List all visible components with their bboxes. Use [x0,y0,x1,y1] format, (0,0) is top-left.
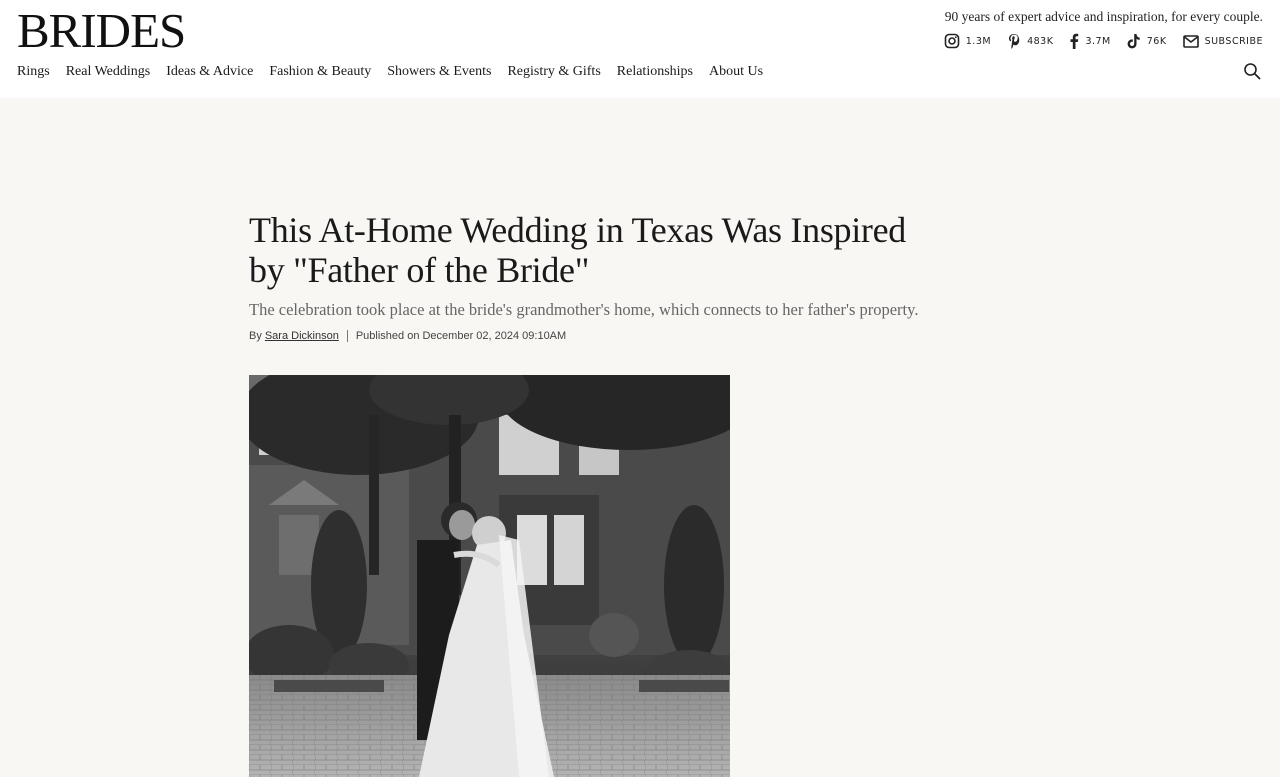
social-links: 1.3M 483K 3.7M 76K SUBSCRIBE [944,33,1263,49]
nav-item-about-us[interactable]: About Us [709,64,763,80]
facebook-count: 3.7M [1085,35,1111,47]
nav-item-relationships[interactable]: Relationships [617,64,693,80]
search-icon [1243,63,1261,84]
subscribe-link[interactable]: SUBSCRIBE [1182,34,1263,48]
author-link[interactable]: Sara Dickinson [265,330,339,342]
nav-item-real-weddings[interactable]: Real Weddings [66,64,151,80]
nav-item-showers-events[interactable]: Showers & Events [387,64,491,80]
site-header: BRIDES 90 years of expert advice and ins… [0,0,1280,98]
instagram-count: 1.3M [965,35,992,47]
published-date: Published on December 02, 2024 09:10AM [355,330,567,342]
subscribe-label: SUBSCRIBE [1204,35,1263,47]
article-dek: The celebration took place at the bride'… [249,300,919,319]
article-title: This At-Home Wedding in Texas Was Inspir… [249,210,907,290]
nav-item-rings[interactable]: Rings [17,64,50,80]
facebook-link[interactable]: 3.7M [1069,33,1110,49]
main-nav: Rings Real Weddings Ideas & Advice Fashi… [17,64,763,80]
hero-image [249,375,730,777]
instagram-icon [944,33,960,49]
tiktok-icon [1127,33,1141,49]
site-logo[interactable]: BRIDES [17,6,186,56]
pinterest-count: 483K [1027,35,1054,47]
facebook-icon [1069,33,1079,49]
article-header: This At-Home Wedding in Texas Was Inspir… [249,210,929,342]
site-tagline: 90 years of expert advice and inspiratio… [944,9,1263,24]
instagram-link[interactable]: 1.3M [944,33,991,49]
nav-item-registry-gifts[interactable]: Registry & Gifts [507,64,600,80]
nav-item-ideas-advice[interactable]: Ideas & Advice [166,64,253,80]
nav-item-fashion-beauty[interactable]: Fashion & Beauty [269,64,371,80]
pinterest-link[interactable]: 483K [1007,33,1053,49]
search-button[interactable] [1243,62,1261,85]
tiktok-count: 76K [1146,35,1167,47]
byline: By Sara Dickinson Published on December … [249,330,929,342]
byline-divider [346,330,348,342]
tiktok-link[interactable]: 76K [1127,33,1167,49]
by-label: By [249,330,262,342]
pinterest-icon [1007,33,1021,49]
mail-icon [1182,34,1199,48]
wedding-photo [249,375,730,777]
